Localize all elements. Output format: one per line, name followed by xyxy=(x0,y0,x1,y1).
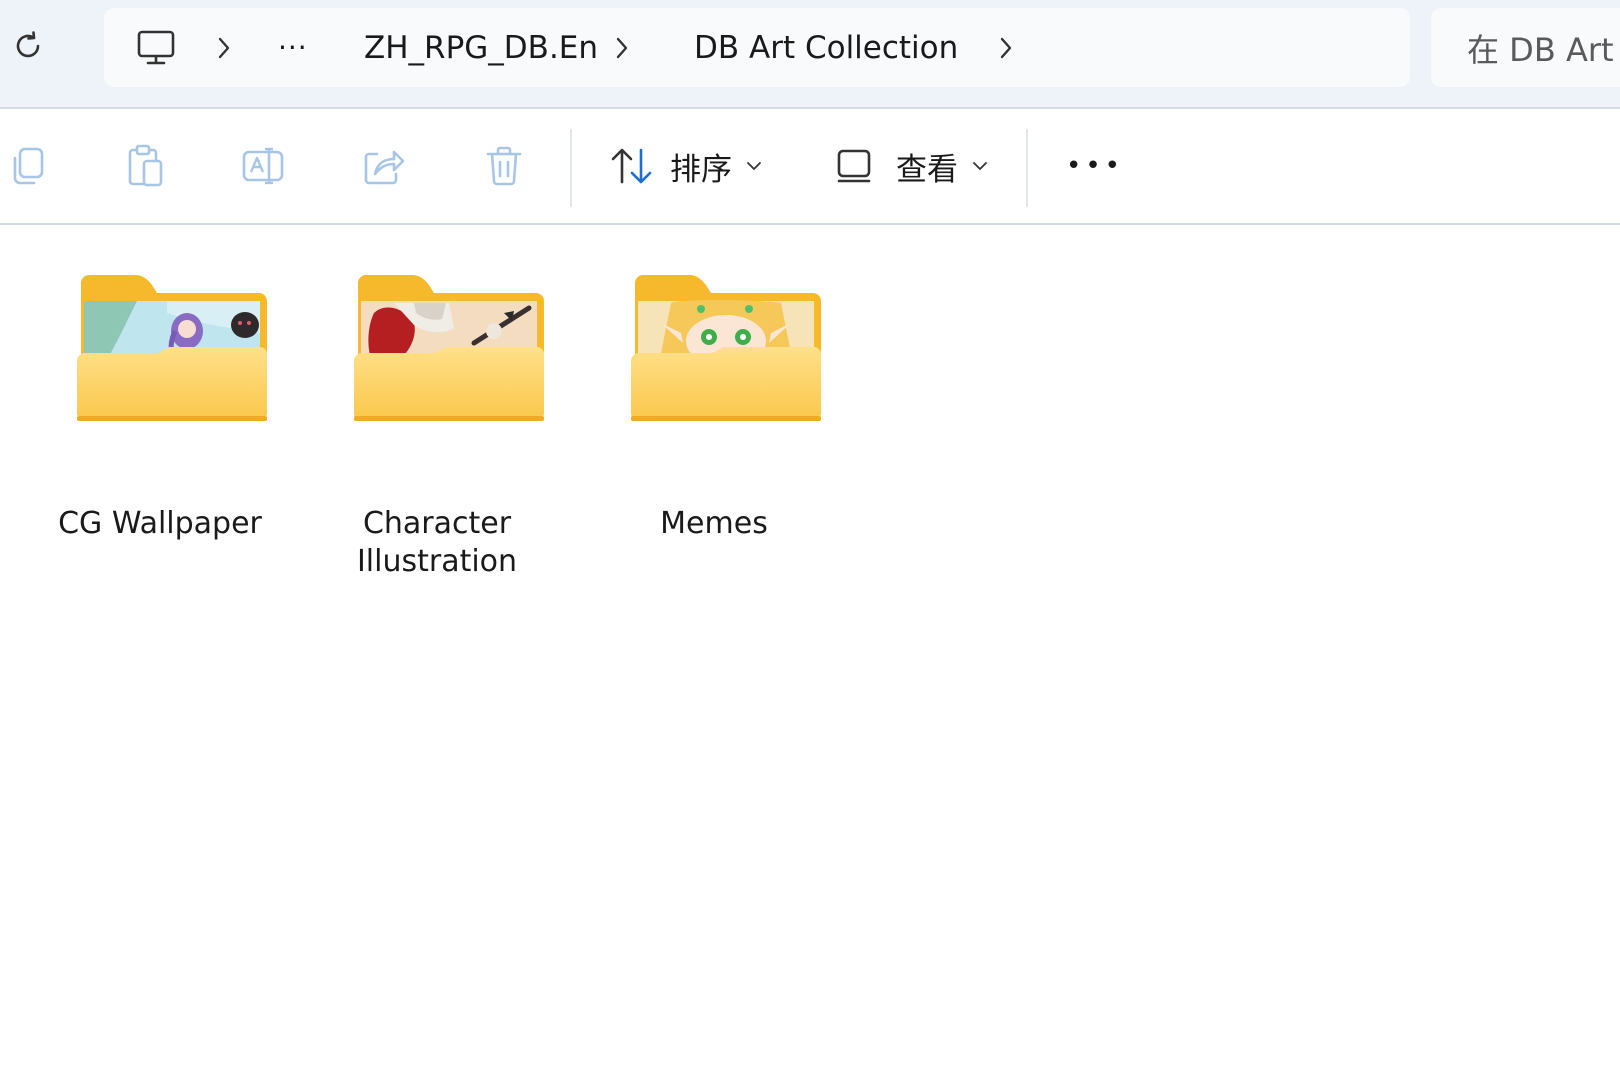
chevron-right-icon xyxy=(616,37,628,58)
search-placeholder: 在 DB Art xyxy=(1467,30,1614,69)
address-area: ··· ZH_RPG_DB.En DB Art Collection 在 DB … xyxy=(0,0,1620,109)
paste-button[interactable] xyxy=(124,144,168,188)
folder-name: Character Illustration xyxy=(356,506,518,579)
rename-icon xyxy=(242,147,284,185)
breadcrumb-overflow[interactable]: ··· xyxy=(278,8,308,87)
sort-button[interactable]: 排序 xyxy=(610,135,762,197)
sort-arrows-icon xyxy=(611,148,652,184)
rename-button[interactable] xyxy=(242,144,286,188)
folder-icon xyxy=(631,275,821,421)
delete-button[interactable] xyxy=(482,144,526,188)
refresh-icon xyxy=(16,31,40,58)
chevron-right-icon xyxy=(218,37,230,58)
folder-icon xyxy=(77,275,267,421)
breadcrumb[interactable]: ··· ZH_RPG_DB.En DB Art Collection xyxy=(104,8,1410,87)
folder-name: CG Wallpaper xyxy=(58,506,262,541)
paste-icon xyxy=(128,144,163,187)
folder-icon xyxy=(354,275,544,421)
copy-button[interactable] xyxy=(6,144,50,188)
view-layout-icon xyxy=(837,149,871,183)
trash-icon xyxy=(486,146,522,186)
breadcrumb-separator[interactable] xyxy=(610,8,634,87)
sort-label: 排序 xyxy=(670,151,732,188)
folder-name: Memes xyxy=(660,506,768,541)
toolbar-divider xyxy=(1026,129,1028,207)
search-input[interactable]: 在 DB Art xyxy=(1431,8,1620,87)
monitor-icon xyxy=(137,30,175,64)
more-options-button[interactable]: ••• xyxy=(1066,135,1124,197)
chevron-down-icon xyxy=(746,160,762,172)
toolbar-divider xyxy=(570,129,572,207)
view-label: 查看 xyxy=(896,151,958,188)
file-list: CG Wallpaper Character Illustration Meme… xyxy=(0,225,1620,1080)
command-toolbar: 排序 查看 ••• xyxy=(0,109,1620,225)
breadcrumb-separator[interactable] xyxy=(994,8,1018,87)
chevron-right-icon xyxy=(1000,37,1012,58)
share-button[interactable] xyxy=(362,144,406,188)
breadcrumb-segment-db-art-collection[interactable]: DB Art Collection xyxy=(694,8,958,87)
share-icon xyxy=(364,150,405,185)
view-button[interactable]: 查看 xyxy=(836,135,988,197)
refresh-button[interactable] xyxy=(8,26,48,66)
this-pc-breadcrumb[interactable] xyxy=(136,8,176,87)
chevron-down-icon xyxy=(972,160,988,172)
copy-icon xyxy=(13,147,44,185)
breadcrumb-segment-zh-rpg-db[interactable]: ZH_RPG_DB.En xyxy=(364,8,598,87)
breadcrumb-separator[interactable] xyxy=(212,8,236,87)
